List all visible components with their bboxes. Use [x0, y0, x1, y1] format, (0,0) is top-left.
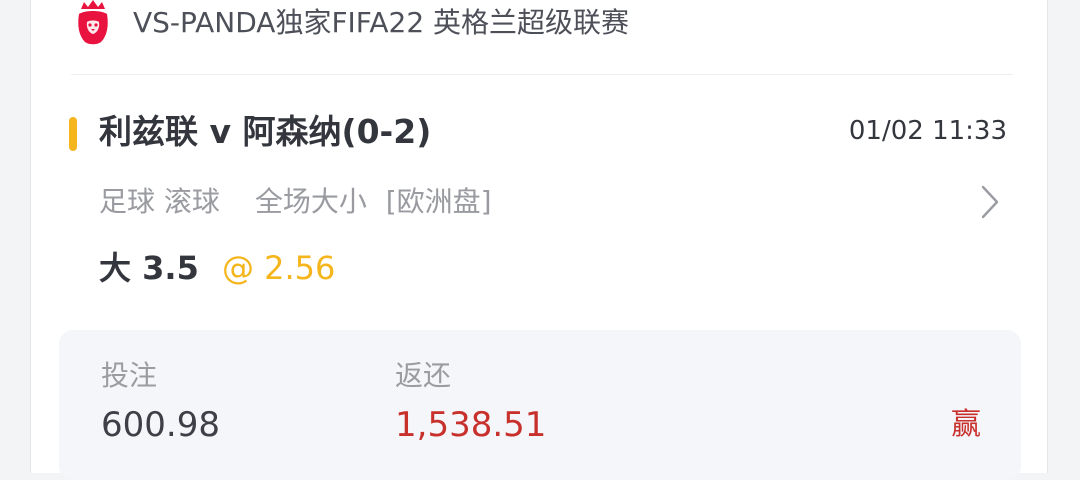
stake-value: 600.98 [101, 405, 220, 445]
bet-summary: 投注 600.98 返还 1,538.51 赢 [59, 330, 1021, 480]
chevron-right-icon[interactable] [979, 184, 1001, 220]
bet-sport: 足球 滚球 [99, 185, 220, 218]
return-label: 返还 [395, 359, 452, 392]
league-header: VS-PANDA独家FIFA22 英格兰超级联赛 [31, 0, 1047, 74]
bet-odds: @ 2.56 [221, 249, 336, 287]
result-badge: 赢 [951, 407, 981, 442]
league-title: VS-PANDA独家FIFA22 英格兰超级联赛 [133, 6, 630, 39]
match-name: 利兹联 v 阿森纳(0-2) [99, 112, 432, 151]
bet-meta: 足球 滚球 全场大小 [欧洲盘] [99, 184, 492, 220]
bet-pick: 大 3.5 [99, 249, 199, 287]
bet-selection: 大 3.5 @ 2.56 [99, 248, 335, 294]
bet-odds-type: [欧洲盘] [385, 185, 492, 218]
stake-label: 投注 [101, 359, 158, 392]
match-accent-bar [69, 117, 77, 151]
return-value: 1,538.51 [395, 405, 547, 445]
premier-league-lion-icon [78, 0, 108, 45]
bet-market: 全场大小 [254, 185, 367, 218]
bet-record-card[interactable]: VS-PANDA独家FIFA22 英格兰超级联赛 利兹联 v 阿森纳(0-2) … [30, 0, 1048, 480]
match-time: 01/02 11:33 [848, 116, 1007, 146]
header-divider [71, 74, 1013, 75]
